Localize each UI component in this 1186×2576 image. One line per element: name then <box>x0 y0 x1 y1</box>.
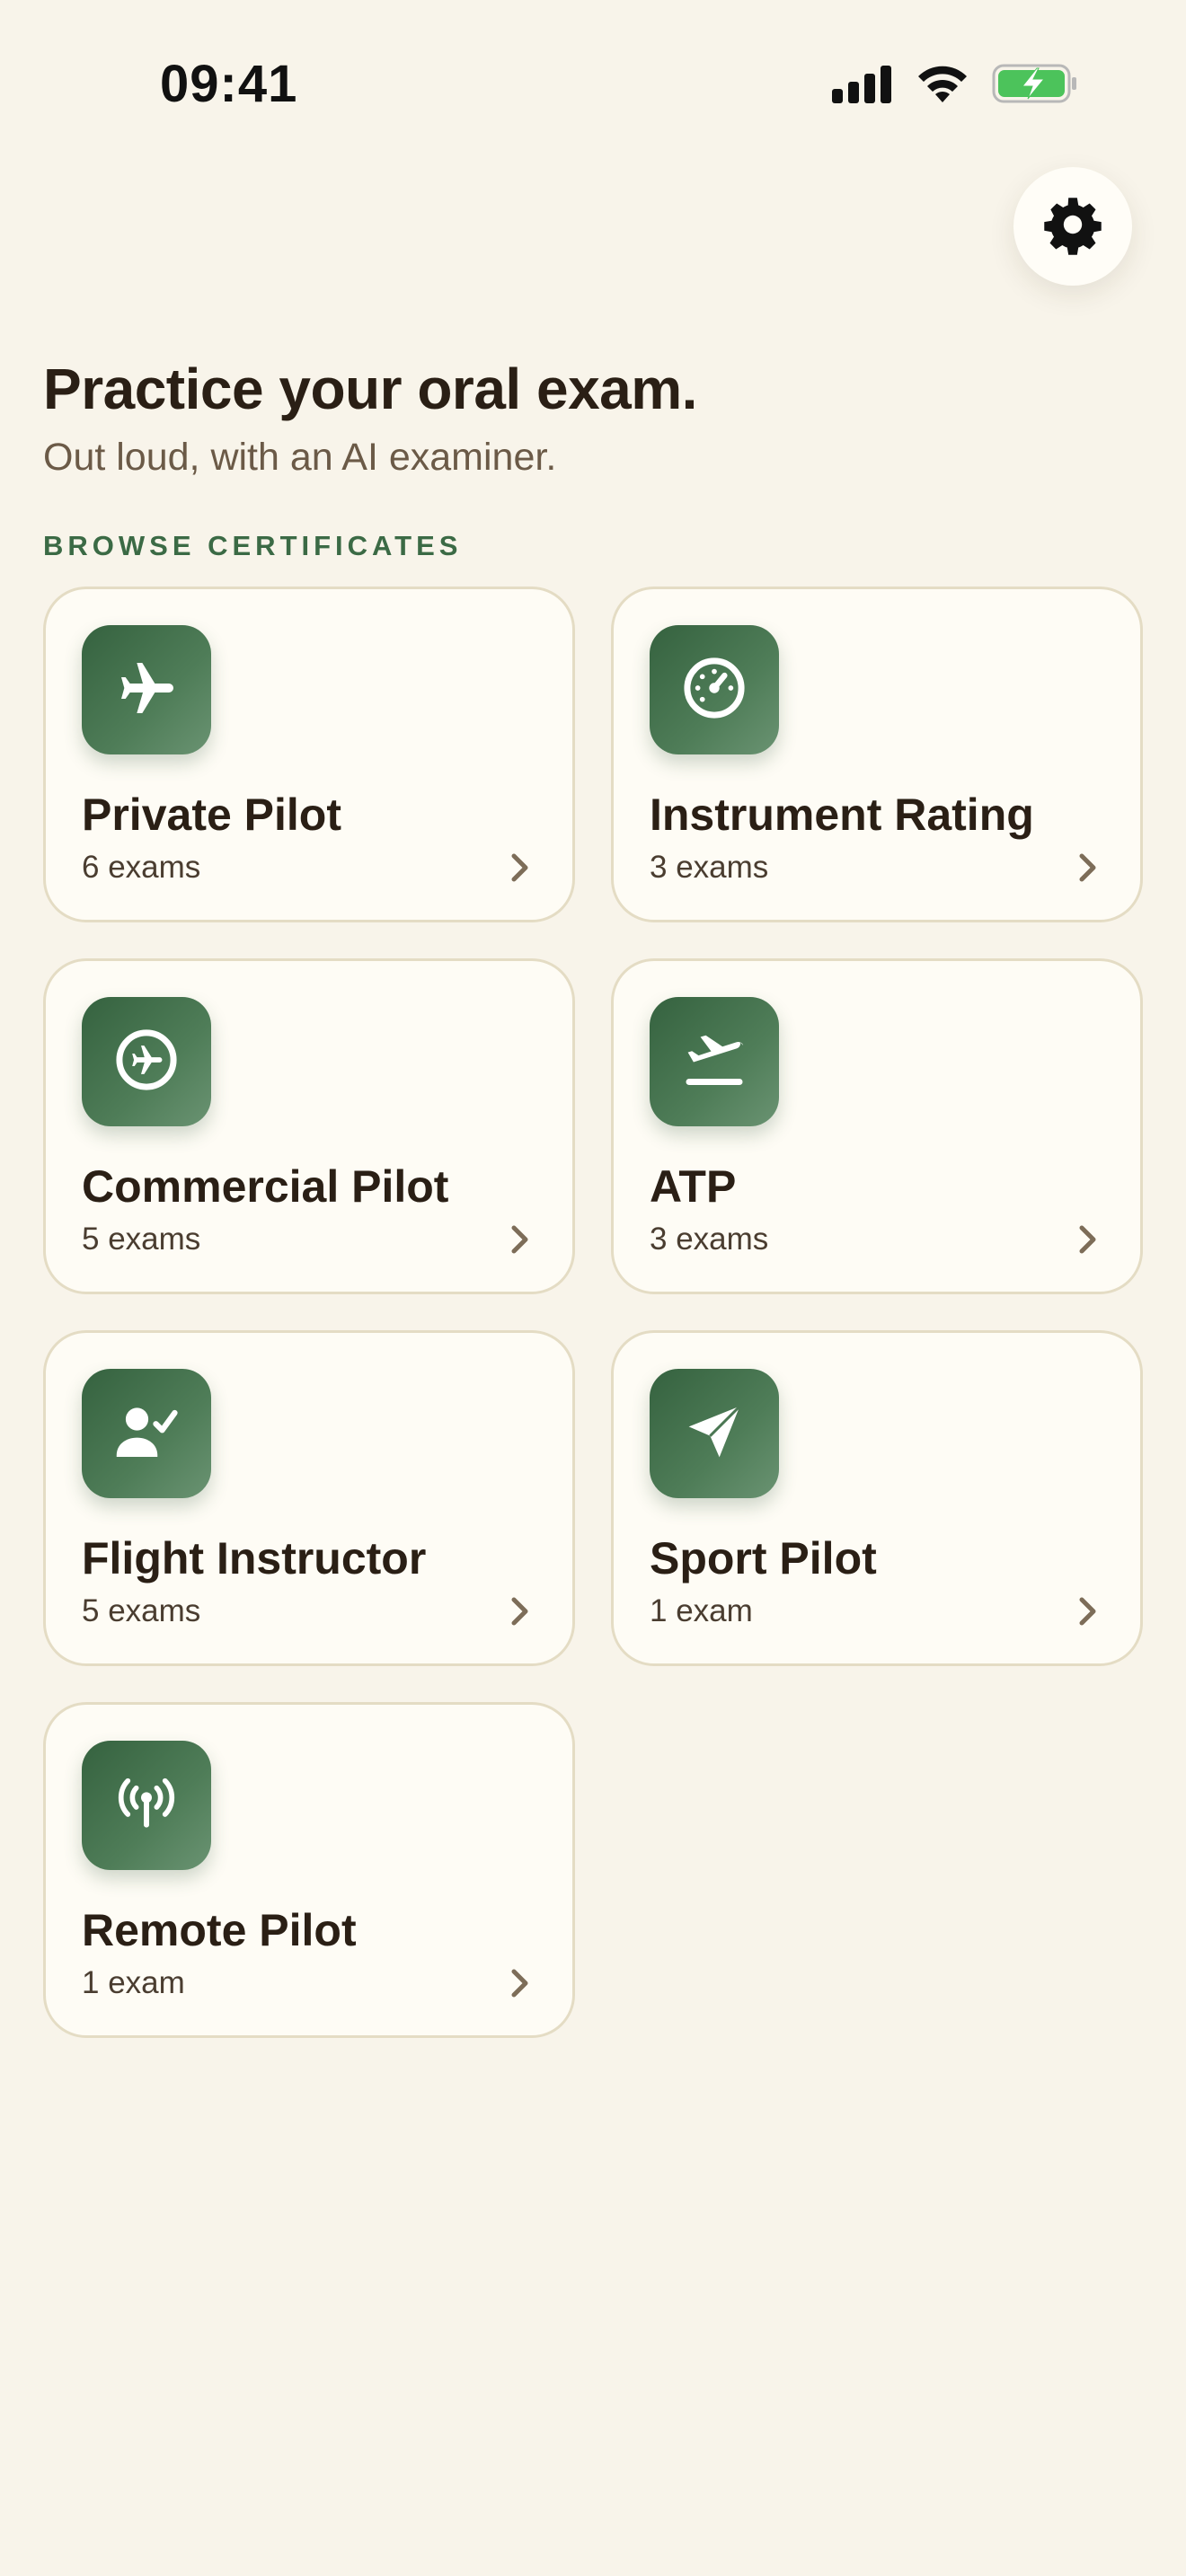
certificate-card-private-pilot[interactable]: Private Pilot 6 exams <box>43 587 575 922</box>
person-check-icon <box>109 1394 184 1474</box>
wifi-icon <box>915 63 970 109</box>
certificate-icon-tile <box>82 997 211 1126</box>
page-subtitle: Out loud, with an AI examiner. <box>43 436 557 479</box>
certificate-title: Flight Instructor <box>82 1533 427 1584</box>
certificate-exam-count: 1 exam <box>82 1965 185 2000</box>
airplane-departure-icon <box>677 1022 752 1102</box>
certificate-card-atp[interactable]: ATP 3 exams <box>611 958 1143 1294</box>
certificate-icon-tile <box>82 1741 211 1870</box>
gauge-icon <box>680 654 748 727</box>
chevron-right-icon <box>1070 1222 1106 1257</box>
certificate-exam-count: 6 exams <box>82 850 201 885</box>
settings-button[interactable] <box>1013 167 1132 286</box>
certificate-exam-count: 3 exams <box>650 1222 769 1257</box>
airplane-circle-icon <box>112 1026 181 1098</box>
certificate-title: ATP <box>650 1161 737 1212</box>
status-time: 09:41 <box>160 55 298 113</box>
airplane-icon <box>111 652 182 728</box>
chevron-right-icon <box>502 1222 538 1257</box>
certificate-exam-count: 5 exams <box>82 1593 201 1628</box>
certificate-exam-count: 3 exams <box>650 850 769 885</box>
chevron-right-icon <box>1070 1593 1106 1629</box>
chevron-right-icon <box>1070 850 1106 886</box>
antenna-icon <box>111 1768 182 1844</box>
certificate-exam-count: 5 exams <box>82 1222 201 1257</box>
certificate-icon-tile <box>650 1369 779 1498</box>
chevron-right-icon <box>502 1965 538 2001</box>
certificate-title: Remote Pilot <box>82 1905 357 1955</box>
certificate-title: Sport Pilot <box>650 1533 877 1584</box>
battery-charging-icon <box>992 63 1078 109</box>
certificate-icon-tile <box>82 625 211 754</box>
certificate-card-commercial-pilot[interactable]: Commercial Pilot 5 exams <box>43 958 575 1294</box>
status-icons <box>832 63 1078 109</box>
certificate-card-flight-instructor[interactable]: Flight Instructor 5 exams <box>43 1330 575 1666</box>
certificate-title: Instrument Rating <box>650 790 1034 840</box>
certificate-card-instrument-rating[interactable]: Instrument Rating 3 exams <box>611 587 1143 922</box>
status-bar: 09:41 <box>0 0 1186 171</box>
chevron-right-icon <box>502 1593 538 1629</box>
certificate-card-remote-pilot[interactable]: Remote Pilot 1 exam <box>43 1702 575 2038</box>
certificate-icon-tile <box>650 625 779 754</box>
certificate-exam-count: 1 exam <box>650 1593 753 1628</box>
gear-icon <box>1042 194 1103 260</box>
certificate-icon-tile <box>650 997 779 1126</box>
certificate-grid: Private Pilot 6 exams Instrument Rating … <box>43 587 1143 2038</box>
certificate-title: Private Pilot <box>82 790 341 840</box>
section-label: BROWSE CERTIFICATES <box>43 530 463 561</box>
page-title: Practice your oral exam. <box>43 357 697 421</box>
chevron-right-icon <box>502 850 538 886</box>
signal-icon <box>832 64 893 108</box>
certificate-card-sport-pilot[interactable]: Sport Pilot 1 exam <box>611 1330 1143 1666</box>
paper-plane-icon <box>678 1396 750 1472</box>
certificate-icon-tile <box>82 1369 211 1498</box>
certificate-title: Commercial Pilot <box>82 1161 449 1212</box>
